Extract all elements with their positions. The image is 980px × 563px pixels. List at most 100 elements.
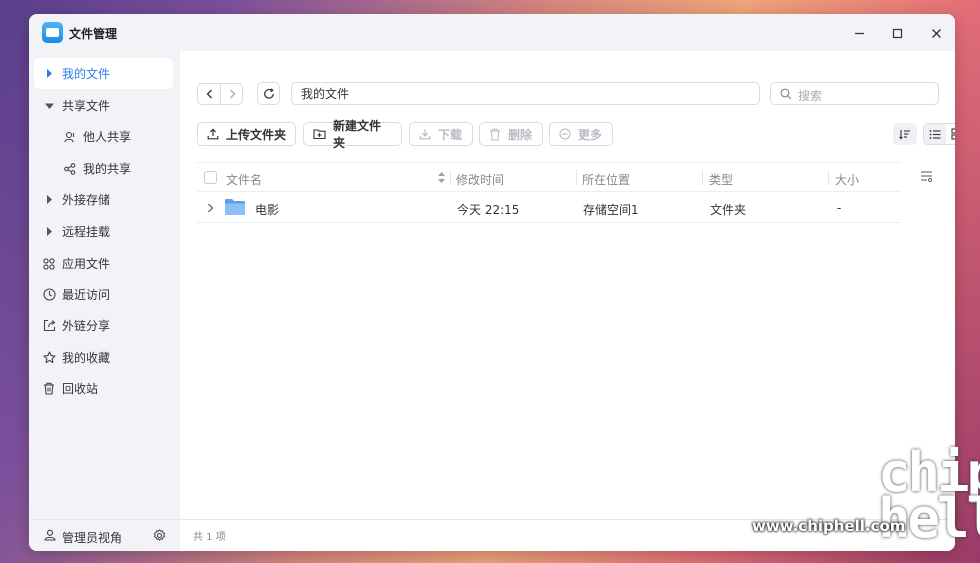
column-separator[interactable] <box>576 170 577 185</box>
grid-view-icon <box>951 128 955 140</box>
more-button[interactable]: 更多 <box>549 122 613 146</box>
download-button[interactable]: 下载 <box>409 122 473 146</box>
view-mode-group <box>923 123 955 145</box>
trash-icon <box>489 128 501 141</box>
caret-right-icon <box>42 225 56 239</box>
share-icon <box>63 162 77 176</box>
column-separator[interactable] <box>702 170 703 185</box>
current-path: 我的文件 <box>301 87 350 101</box>
trash-icon <box>42 382 56 396</box>
refresh-button[interactable] <box>257 82 280 105</box>
forward-button[interactable] <box>221 84 243 104</box>
sidebar-item-label: 远程挂载 <box>62 225 111 239</box>
apps-icon <box>42 257 56 271</box>
chevron-right-icon <box>229 89 235 99</box>
admin-view-toggle[interactable]: 管理员视角 <box>29 519 180 551</box>
close-icon <box>931 28 941 38</box>
sidebar-item-shared-by-others[interactable]: 他人共享 <box>34 121 173 152</box>
path-breadcrumb-input[interactable]: 我的文件 <box>291 82 760 105</box>
file-size: - <box>837 201 842 215</box>
new-folder-button[interactable]: 新建文件夹 <box>303 119 402 150</box>
chevron-left-icon <box>206 89 212 99</box>
app-title: 文件管理 <box>69 27 118 41</box>
file-manager-window: 文件管理 我的文件 共享文件 他人共享 我的共享 外接存储 远程挂载 应用文件 … <box>29 14 955 551</box>
sidebar-item-recycle-bin[interactable]: 回收站 <box>34 373 173 404</box>
sidebar-item-recent[interactable]: 最近访问 <box>34 279 173 310</box>
sidebar: 我的文件 共享文件 他人共享 我的共享 外接存储 远程挂载 应用文件 最近访问 <box>29 51 180 551</box>
refresh-icon <box>263 87 274 99</box>
sidebar-item-remote-mount[interactable]: 远程挂载 <box>34 216 173 247</box>
user-share-icon <box>63 130 77 144</box>
column-header-size[interactable]: 大小 <box>835 171 859 188</box>
upload-icon <box>207 128 219 140</box>
sidebar-item-label: 我的共享 <box>83 162 132 176</box>
sidebar-item-label: 外接存储 <box>62 193 111 207</box>
sidebar-item-my-files[interactable]: 我的文件 <box>34 58 173 89</box>
column-header-name[interactable]: 文件名 <box>226 171 262 188</box>
sidebar-item-app-files[interactable]: 应用文件 <box>34 248 173 279</box>
sidebar-item-shared-files[interactable]: 共享文件 <box>34 90 173 121</box>
sidebar-item-label: 回收站 <box>62 382 99 396</box>
sort-arrows-icon[interactable] <box>437 171 446 187</box>
sidebar-item-my-shares[interactable]: 我的共享 <box>34 153 173 184</box>
sidebar-item-label: 共享文件 <box>62 99 111 113</box>
search-input[interactable]: 搜索 <box>770 82 939 105</box>
sidebar-item-favorites[interactable]: 我的收藏 <box>34 342 173 373</box>
sort-button[interactable] <box>893 123 917 145</box>
table-row[interactable]: 电影 今天 22:15 存储空间1 文件夹 - <box>197 192 901 223</box>
minimize-button[interactable] <box>848 22 870 44</box>
column-header-location[interactable]: 所在位置 <box>582 171 630 188</box>
clock-icon <box>42 288 56 302</box>
caret-right-icon <box>42 193 56 207</box>
expand-chevron-icon[interactable] <box>207 202 214 216</box>
upload-folder-button[interactable]: 上传文件夹 <box>197 122 296 146</box>
back-button[interactable] <box>198 84 221 104</box>
file-name: 电影 <box>255 203 280 217</box>
sidebar-item-label: 他人共享 <box>83 130 132 144</box>
star-icon <box>42 351 56 365</box>
sort-icon <box>899 130 910 140</box>
watermark-site: www.chiphell.com <box>752 517 906 535</box>
admin-view-label: 管理员视角 <box>62 531 123 545</box>
select-all-checkbox[interactable] <box>204 171 217 184</box>
sidebar-item-external-storage[interactable]: 外接存储 <box>34 184 173 215</box>
caret-right-icon <box>42 67 56 81</box>
maximize-button[interactable] <box>886 22 908 44</box>
column-header-type[interactable]: 类型 <box>709 171 733 188</box>
item-count: 共 1 项 <box>193 532 226 543</box>
external-share-icon <box>42 319 56 333</box>
upload-folder-label: 上传文件夹 <box>226 127 287 142</box>
maximize-icon <box>892 28 902 38</box>
sidebar-item-label: 最近访问 <box>62 288 111 302</box>
file-type: 文件夹 <box>710 203 747 217</box>
sidebar-item-label: 应用文件 <box>62 257 111 271</box>
admin-user-icon <box>44 529 56 544</box>
list-view-button[interactable] <box>924 124 946 144</box>
search-placeholder: 搜索 <box>798 89 823 103</box>
column-settings-icon[interactable] <box>920 170 933 185</box>
sidebar-item-label: 我的文件 <box>62 67 111 81</box>
settings-gear-icon[interactable] <box>153 529 166 545</box>
close-button[interactable] <box>925 22 947 44</box>
file-modified: 今天 22:15 <box>457 203 520 217</box>
file-location: 存储空间1 <box>583 203 639 217</box>
minimize-icon <box>854 32 864 34</box>
delete-label: 删除 <box>508 127 533 142</box>
file-manager-logo-icon <box>42 22 63 43</box>
delete-button[interactable]: 删除 <box>479 122 543 146</box>
main-panel: 我的文件 搜索 上传文件夹 新建文件夹 下载 删除 更多 文件名 修改时间 所在… <box>180 51 955 551</box>
history-nav-group <box>197 83 243 105</box>
column-separator[interactable] <box>450 170 451 185</box>
column-header-modified[interactable]: 修改时间 <box>456 171 504 188</box>
title-bar: 文件管理 <box>29 14 955 51</box>
new-folder-label: 新建文件夹 <box>333 119 382 150</box>
download-label: 下载 <box>438 127 463 142</box>
search-icon <box>780 88 792 103</box>
file-table-header: 文件名 修改时间 所在位置 类型 大小 <box>197 162 901 192</box>
grid-view-button[interactable] <box>946 124 955 144</box>
column-separator[interactable] <box>828 170 829 185</box>
sidebar-item-label: 外链分享 <box>62 319 111 333</box>
more-label: 更多 <box>578 127 603 142</box>
sidebar-item-link-share[interactable]: 外链分享 <box>34 310 173 341</box>
more-circle-icon <box>559 128 571 140</box>
